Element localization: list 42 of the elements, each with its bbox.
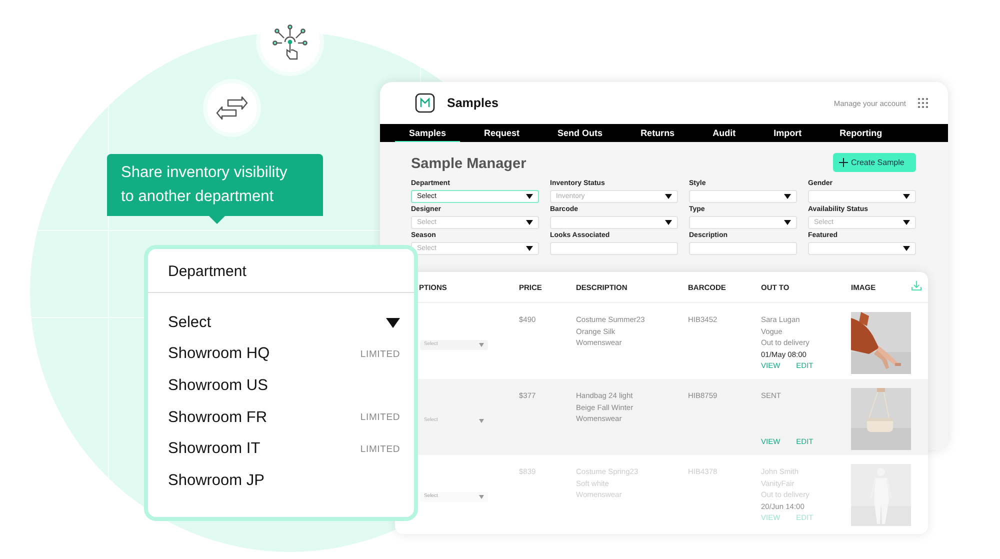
- download-icon[interactable]: [911, 281, 922, 291]
- dropdown-option[interactable]: Showroom US: [168, 370, 400, 402]
- dropdown-field[interactable]: [550, 216, 678, 229]
- nav-tab[interactable]: Audit: [698, 124, 750, 144]
- dropdown-current[interactable]: Select: [168, 307, 400, 339]
- caret-icon: [784, 194, 791, 199]
- create-button[interactable]: Create Sample: [833, 153, 916, 172]
- caret-icon: [903, 246, 910, 251]
- caret-icon: [526, 194, 533, 199]
- caret-icon: [665, 194, 672, 199]
- plus-icon: [839, 158, 848, 167]
- input-field[interactable]: [689, 242, 797, 255]
- caret-icon: [665, 220, 672, 225]
- dropdown-field[interactable]: [689, 190, 797, 203]
- nav-tab[interactable]: Import: [760, 124, 816, 144]
- dropdown-option[interactable]: Showroom IT LIMITED: [168, 433, 400, 465]
- dropdown-field[interactable]: [808, 190, 916, 203]
- dropdown-field[interactable]: [808, 242, 916, 255]
- caret-icon: [479, 419, 484, 423]
- nav-tab[interactable]: Returns: [626, 124, 689, 144]
- apps-grid-icon[interactable]: [918, 98, 928, 108]
- dropdown-option[interactable]: Showroom HQ LIMITED: [168, 338, 400, 370]
- app-title: Samples: [447, 96, 500, 110]
- dropdown-title: Department: [148, 249, 414, 293]
- caret-icon: [526, 246, 533, 251]
- caret-icon: [903, 194, 910, 199]
- caret-icon: [479, 343, 484, 347]
- nav-tab[interactable]: Send Outs: [544, 124, 617, 144]
- page-heading: Sample Manager: [411, 156, 526, 172]
- caret-icon: [784, 220, 791, 225]
- dropdown-field[interactable]: [689, 216, 797, 229]
- nav-tab[interactable]: Request: [470, 124, 534, 144]
- nav-tab[interactable]: Reporting: [826, 124, 896, 144]
- caret-icon: [903, 220, 910, 225]
- swap-arrows-icon: [216, 96, 248, 120]
- caret-icon: [526, 220, 533, 225]
- tap-icon: [270, 22, 310, 62]
- dropdown-option[interactable]: Showroom FR LIMITED: [168, 402, 400, 434]
- caret-icon: [479, 495, 484, 499]
- dropdown-option[interactable]: Showroom JP: [168, 464, 400, 497]
- logo-icon: [415, 93, 435, 113]
- input-field[interactable]: [550, 242, 678, 255]
